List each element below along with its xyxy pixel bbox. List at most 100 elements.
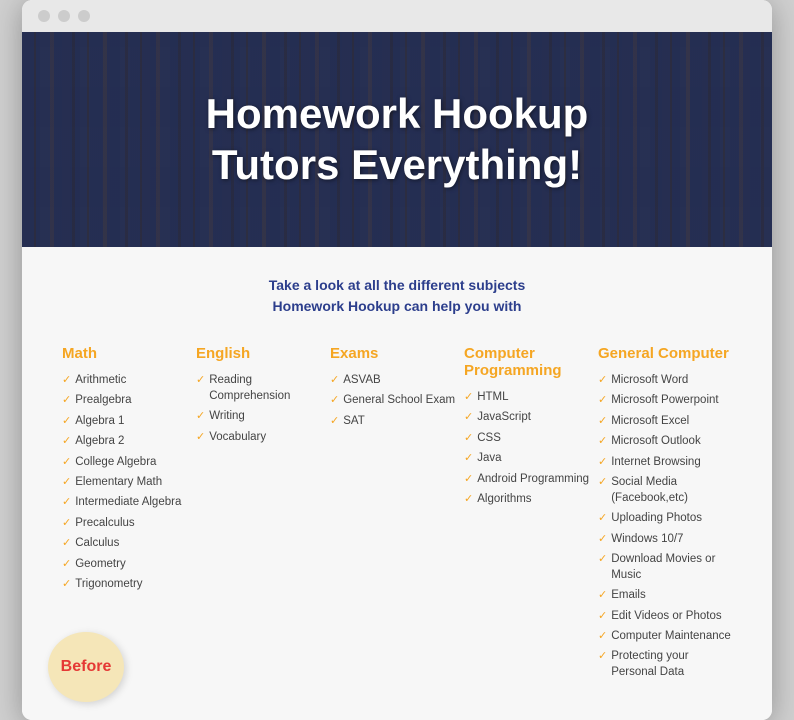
column-title-math: Math <box>62 345 196 362</box>
list-item: ✓ Algebra 2 <box>62 433 196 449</box>
list-item-label: Java <box>477 450 501 466</box>
check-icon: ✓ <box>62 414 71 429</box>
check-icon: ✓ <box>62 536 71 551</box>
list-item: ✓General School Exam <box>330 392 464 408</box>
subtitle-line1: Take a look at all the different subject… <box>62 275 732 296</box>
check-icon: ✓ <box>598 455 607 470</box>
column-computer-programming: Computer Programming ✓ HTML ✓ JavaScript ✓ CSS… <box>464 345 598 684</box>
check-icon: ✓ <box>196 373 205 388</box>
column-general-computer: General Computer✓Microsoft Word✓Microsof… <box>598 345 732 684</box>
column-title-exams: Exams <box>330 345 464 362</box>
list-item: ✓ Emails <box>598 587 732 603</box>
column-title-general-computer: General Computer <box>598 345 732 362</box>
check-icon: ✓ <box>196 409 205 424</box>
list-item-label: Windows 10/7 <box>611 531 683 547</box>
column-title-computer-programming: Computer Programming <box>464 345 598 379</box>
list-item: ✓Geometry <box>62 556 196 572</box>
hero-section: Homework Hookup Tutors Everything! <box>22 32 772 247</box>
browser-chrome <box>22 0 772 32</box>
list-item-label: Reading Comprehension <box>209 372 330 404</box>
list-item: ✓Elementary Math <box>62 474 196 490</box>
check-icon: ✓ <box>598 393 607 408</box>
list-item: ✓Uploading Photos <box>598 510 732 526</box>
list-item: ✓ Internet Browsing <box>598 454 732 470</box>
list-item: ✓ Download Movies or Music <box>598 551 732 583</box>
list-item: ✓Algebra 1 <box>62 413 196 429</box>
check-icon: ✓ <box>598 373 607 388</box>
list-item: ✓ HTML <box>464 389 598 405</box>
list-item-label: Protecting your Personal Data <box>611 648 732 680</box>
check-icon: ✓ <box>598 414 607 429</box>
browser-dot-1 <box>38 10 50 22</box>
list-item: ✓ Windows 10/7 <box>598 531 732 547</box>
check-icon: ✓ <box>62 373 71 388</box>
list-item: ✓College Algebra <box>62 454 196 470</box>
list-item: ✓Microsoft Outlook <box>598 433 732 449</box>
content-section: Take a look at all the different subject… <box>22 247 772 720</box>
column-english: English ✓ Reading Comprehension ✓ Writing ✓Vo… <box>196 345 330 684</box>
column-title-english: English <box>196 345 330 362</box>
list-item: ✓ Intermediate Algebra <box>62 494 196 510</box>
list-item: ✓Precalculus <box>62 515 196 531</box>
list-item-label: Trigonometry <box>75 576 142 592</box>
list-item-label: Computer Maintenance <box>611 628 731 644</box>
check-icon: ✓ <box>62 557 71 572</box>
check-icon: ✓ <box>598 649 607 664</box>
list-item-label: Calculus <box>75 535 119 551</box>
list-item-label: Social Media (Facebook,etc) <box>611 474 732 506</box>
subject-columns: Math✓Arithmetic✓Prealgebra✓Algebra 1✓Alg… <box>62 345 732 684</box>
list-item: ✓ASVAB <box>330 372 464 388</box>
list-item-label: Microsoft Powerpoint <box>611 392 718 408</box>
list-item-label: Download Movies or Music <box>611 551 732 583</box>
hero-title-line2: Tutors Everything! <box>206 140 589 190</box>
check-icon: ✓ <box>62 577 71 592</box>
list-item-label: Microsoft Outlook <box>611 433 700 449</box>
column-exams: Exams ✓ASVAB ✓General School Exam ✓ SAT <box>330 345 464 684</box>
check-icon: ✓ <box>62 393 71 408</box>
list-item-label: Emails <box>611 587 646 603</box>
list-item: ✓ Prealgebra <box>62 392 196 408</box>
list-item: ✓Vocabulary <box>196 429 330 445</box>
list-item-label: HTML <box>477 389 508 405</box>
list-item-label: Uploading Photos <box>611 510 702 526</box>
list-item: ✓ Reading Comprehension <box>196 372 330 404</box>
list-item-label: CSS <box>477 430 501 446</box>
check-icon: ✓ <box>62 495 71 510</box>
column-list-general-computer: ✓Microsoft Word✓Microsoft Powerpoint✓Mic… <box>598 372 732 680</box>
column-list-exams: ✓ASVAB ✓General School Exam ✓ SAT <box>330 372 464 429</box>
hero-text-block: Homework Hookup Tutors Everything! <box>206 89 589 190</box>
list-item-label: JavaScript <box>477 409 531 425</box>
check-icon: ✓ <box>464 472 473 487</box>
list-item-label: Writing <box>209 408 245 424</box>
check-icon: ✓ <box>598 588 607 603</box>
list-item: ✓ Android Programming <box>464 471 598 487</box>
check-icon: ✓ <box>62 434 71 449</box>
list-item: ✓Java <box>464 450 598 466</box>
list-item: ✓ Protecting your Personal Data <box>598 648 732 680</box>
check-icon: ✓ <box>598 532 607 547</box>
check-icon: ✓ <box>464 390 473 405</box>
check-icon: ✓ <box>464 492 473 507</box>
list-item-label: Android Programming <box>477 471 589 487</box>
hero-title-line1: Homework Hookup <box>206 89 589 139</box>
before-badge: Before <box>48 632 124 702</box>
browser-dot-2 <box>58 10 70 22</box>
list-item-label: SAT <box>343 413 365 429</box>
list-item-label: ASVAB <box>343 372 381 388</box>
check-icon: ✓ <box>598 552 607 567</box>
before-label: Before <box>61 658 112 676</box>
list-item-label: Intermediate Algebra <box>75 494 181 510</box>
list-item: ✓Arithmetic <box>62 372 196 388</box>
hero-title: Homework Hookup Tutors Everything! <box>206 89 589 190</box>
list-item-label: Prealgebra <box>75 392 131 408</box>
column-list-english: ✓ Reading Comprehension ✓ Writing ✓Vocabular… <box>196 372 330 445</box>
list-item: ✓Computer Maintenance <box>598 628 732 644</box>
list-item-label: Internet Browsing <box>611 454 701 470</box>
list-item-label: Algebra 2 <box>75 433 124 449</box>
column-list-math: ✓Arithmetic✓Prealgebra✓Algebra 1✓Algebra… <box>62 372 196 592</box>
check-icon: ✓ <box>196 430 205 445</box>
browser-window: Homework Hookup Tutors Everything! Take … <box>22 0 772 720</box>
list-item-label: Algorithms <box>477 491 531 507</box>
check-icon: ✓ <box>598 609 607 624</box>
check-icon: ✓ <box>330 414 339 429</box>
